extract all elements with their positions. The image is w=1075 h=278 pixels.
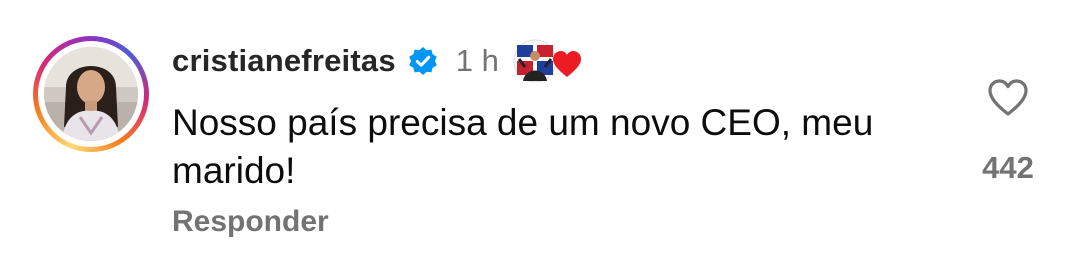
reply-button[interactable]: Responder — [172, 205, 329, 239]
comment-timestamp[interactable]: 1 h — [456, 43, 499, 79]
avatar[interactable] — [44, 47, 138, 141]
username-link[interactable]: cristianefreitas — [172, 43, 396, 79]
red-heart-icon — [552, 51, 581, 77]
reaction-sticker — [513, 37, 583, 85]
comment-text: Nosso país precisa de um novo CEO, meu m… — [172, 102, 874, 191]
comment-item: cristianefreitas 1 h Nosso país precisa … — [0, 0, 1075, 278]
avatar-ring-gap — [38, 41, 144, 147]
heart-outline-icon[interactable] — [987, 78, 1029, 118]
comment-header: cristianefreitas 1 h — [172, 38, 583, 84]
verified-badge-icon — [408, 46, 438, 76]
avatar-photo — [44, 47, 138, 141]
like-count[interactable]: 442 — [968, 150, 1048, 186]
like-area: 442 — [968, 78, 1048, 186]
avatar-story-ring[interactable] — [33, 36, 149, 152]
reaction-image-icon — [513, 39, 581, 83]
